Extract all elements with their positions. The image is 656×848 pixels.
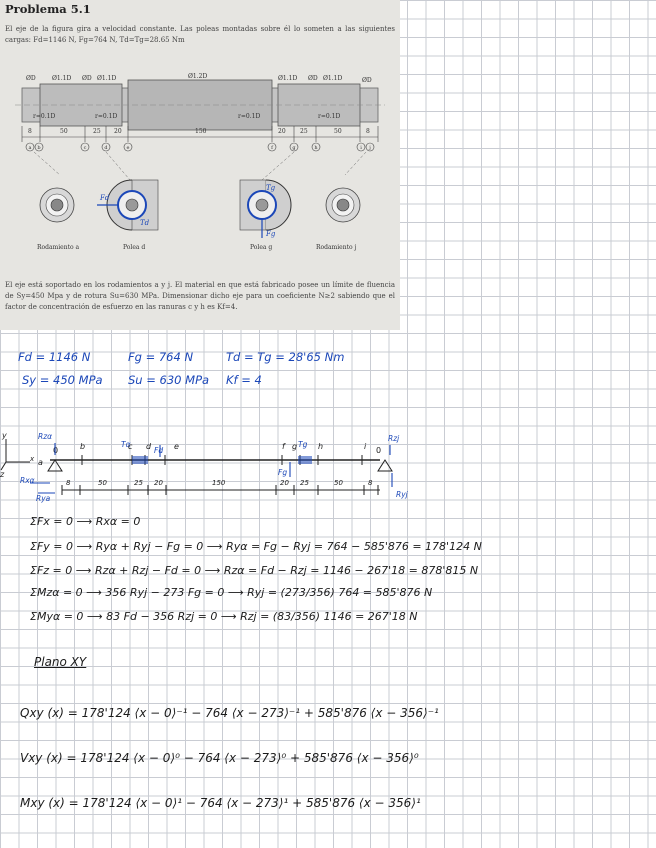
diam-label: Ø1.1D	[323, 75, 342, 82]
equation-sum-fy: ΣFy = 0 ⟶ Ryα + Ryj − Fg = 0 ⟶ Ryα = Fg …	[30, 540, 482, 553]
bearing-j-drawing	[325, 187, 361, 223]
bearing-a-drawing	[39, 187, 75, 223]
sketch-dim: 50	[334, 479, 343, 487]
sketch-label: Ryj	[396, 490, 409, 499]
sketch-point: c	[128, 442, 133, 451]
length-label: 25	[93, 128, 101, 135]
length-label: 8	[366, 128, 370, 135]
length-label: 150	[195, 128, 207, 135]
sketch-label: Rya	[36, 494, 51, 503]
sketch-label: Rzj	[388, 434, 400, 443]
sketch-point: b	[80, 442, 85, 451]
given-torques: Td = Tg = 28'65 Nm	[226, 350, 345, 364]
diam-label: Ø1.1D	[52, 75, 71, 82]
plane-xy-heading: Plano XY	[34, 655, 87, 669]
diam-label: Ø1.1D	[97, 75, 116, 82]
length-label: 50	[60, 128, 68, 135]
length-label: 20	[114, 128, 122, 135]
length-label: 25	[300, 128, 308, 135]
point-a-label: a	[38, 458, 43, 467]
torque-label: Tg	[266, 184, 276, 192]
free-body-sketch: y z x a 0 0 Rzα Tα Fd Tg Rzj Rxα Rya Fg …	[0, 431, 409, 503]
point-label: h	[314, 145, 318, 151]
caption: Polea g	[250, 244, 272, 251]
point-label: e	[127, 145, 130, 151]
equation-sum-fx: ΣFx = 0 ⟶ Rxα = 0	[30, 515, 141, 528]
equation-sum-my: ΣMyα = 0 ⟶ 83 Fd − 356 Rzj = 0 ⟶ Rzj = (…	[30, 610, 418, 623]
axis-label: z	[0, 470, 5, 479]
sketch-point: d	[146, 442, 152, 451]
diam-label: ØD	[308, 75, 318, 82]
axis-label: y	[1, 431, 7, 440]
equation-sum-mz: ΣMzα = 0 ⟶ 356 Ryj − 273 Fg = 0 ⟶ Ryj = …	[30, 586, 433, 599]
point-label: a	[29, 145, 32, 151]
sketch-dim: 50	[98, 479, 107, 487]
function-qxy: Qxy (x) = 178'124 ⟨x − 0⟩⁻¹ − 764 ⟨x − 2…	[20, 706, 439, 720]
given-sy: Sy = 450 MPa	[22, 373, 103, 387]
point-label: c	[84, 145, 87, 151]
sketch-label: Fg	[278, 468, 287, 477]
fillet-label: r=0.1D	[318, 113, 340, 120]
sketch-dim: 8	[66, 479, 71, 487]
pulley-g-drawing: Tg Fg	[239, 179, 292, 238]
caption: Polea d	[123, 244, 145, 251]
caption: Rodamiento j	[316, 244, 357, 251]
diam-label: Ø1.1D	[278, 75, 297, 82]
sketch-point: h	[318, 442, 323, 451]
sketch-dim: 8	[368, 479, 373, 487]
fillet-label: r=0.1D	[33, 113, 55, 120]
sketch-dim: 150	[212, 479, 226, 487]
point-label: g	[292, 145, 296, 151]
given-kf: Kf = 4	[226, 373, 262, 387]
point-label: f	[271, 145, 274, 151]
sketch-point: i	[364, 442, 367, 451]
given-fd: Fd = 1146 N	[18, 350, 91, 364]
problem-photo: Problema 5.1 El eje de la figura gira a …	[0, 0, 400, 330]
sketch-dim: 20	[154, 479, 163, 487]
equation-sum-fz: ΣFz = 0 ⟶ Rzα + Rzj − Fd = 0 ⟶ Rzα = Fd …	[30, 564, 479, 577]
sketch-label: Rxα	[20, 476, 35, 485]
sketch-label: Rzα	[38, 432, 52, 441]
sketch-point: e	[174, 442, 179, 451]
point-label: d	[104, 145, 108, 151]
diam-label: ØD	[362, 77, 372, 84]
pulley-d-drawing: Fd Td	[97, 179, 159, 231]
force-label: Fd	[99, 194, 110, 202]
diam-label: ØD	[82, 75, 92, 82]
given-su: Su = 630 MPa	[128, 373, 210, 387]
point-label: j	[368, 145, 371, 151]
point-label: b	[37, 145, 40, 151]
diam-label: ØD	[26, 75, 36, 82]
function-mxy: Mxy (x) = 178'124 ⟨x − 0⟩¹ − 764 ⟨x − 27…	[20, 796, 421, 810]
caption: Rodamiento a	[37, 244, 80, 251]
sketch-label: Fd	[154, 446, 163, 455]
problem-statement-material: El eje está soportado en los rodamientos…	[5, 281, 395, 311]
axis-label: x	[29, 455, 35, 463]
sketch-point: g	[292, 442, 297, 451]
point-label: i	[360, 145, 362, 151]
sketch-label: Tg	[298, 440, 308, 449]
fillet-label: r=0.1D	[238, 113, 260, 120]
force-label: Fg	[265, 230, 276, 238]
length-label: 8	[28, 128, 32, 135]
sketch-point: f	[282, 442, 286, 451]
torque-label: Td	[140, 219, 150, 227]
length-label: 20	[278, 128, 286, 135]
sketch-dim: 20	[280, 479, 289, 487]
function-vxy: Vxy (x) = 178'124 ⟨x − 0⟩⁰ − 764 ⟨x − 27…	[20, 751, 419, 765]
origin-label: 0	[376, 446, 381, 455]
sketch-dim: 25	[134, 479, 143, 487]
length-label: 50	[334, 128, 342, 135]
sketch-dim: 25	[300, 479, 309, 487]
diam-label: Ø1.2D	[188, 73, 207, 80]
fillet-label: r=0.1D	[95, 113, 117, 120]
given-fg: Fg = 764 N	[128, 350, 194, 364]
